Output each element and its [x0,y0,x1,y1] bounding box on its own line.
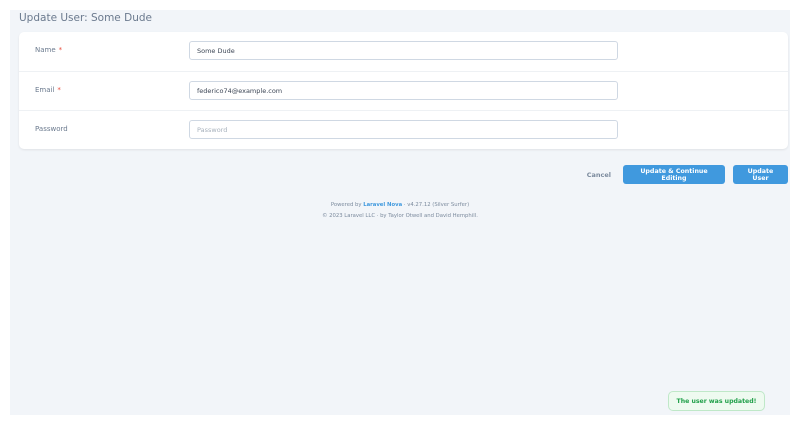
update-continue-button[interactable]: Update & Continue Editing [623,165,725,184]
email-input[interactable] [189,81,618,100]
email-label: Email * [35,86,61,94]
update-user-button[interactable]: Update User [733,165,788,184]
powered-by-line: Powered by Laravel Nova · v4.27.12 (Silv… [330,202,470,208]
name-field-row: Name * [19,32,788,71]
name-input[interactable] [189,41,618,60]
user-form-card: Name* Email* Password [19,32,788,149]
required-marker: * [58,46,63,54]
password-label: Password [35,125,68,133]
nova-link[interactable]: Laravel Nova [363,202,402,208]
password-field-row: Password [19,110,788,150]
success-toast[interactable]: The user was updated! [668,391,765,411]
email-field-row: Email * [19,71,788,111]
password-input[interactable] [189,120,618,139]
required-marker: * [57,86,61,94]
name-label: Name * [35,46,63,54]
form-actions: Cancel Update & Continue Editing Update … [587,165,788,184]
footer: Powered by Laravel Nova · v4.27.12 (Silv… [10,200,790,222]
page-title: Update User: Some Dude [19,12,152,24]
main-content: Update User: Some Dude Name* Email* Pass… [10,10,790,415]
copyright-line: © 2023 Laravel LLC · by Taylor Otwell an… [322,213,478,219]
cancel-button[interactable]: Cancel [587,171,611,179]
